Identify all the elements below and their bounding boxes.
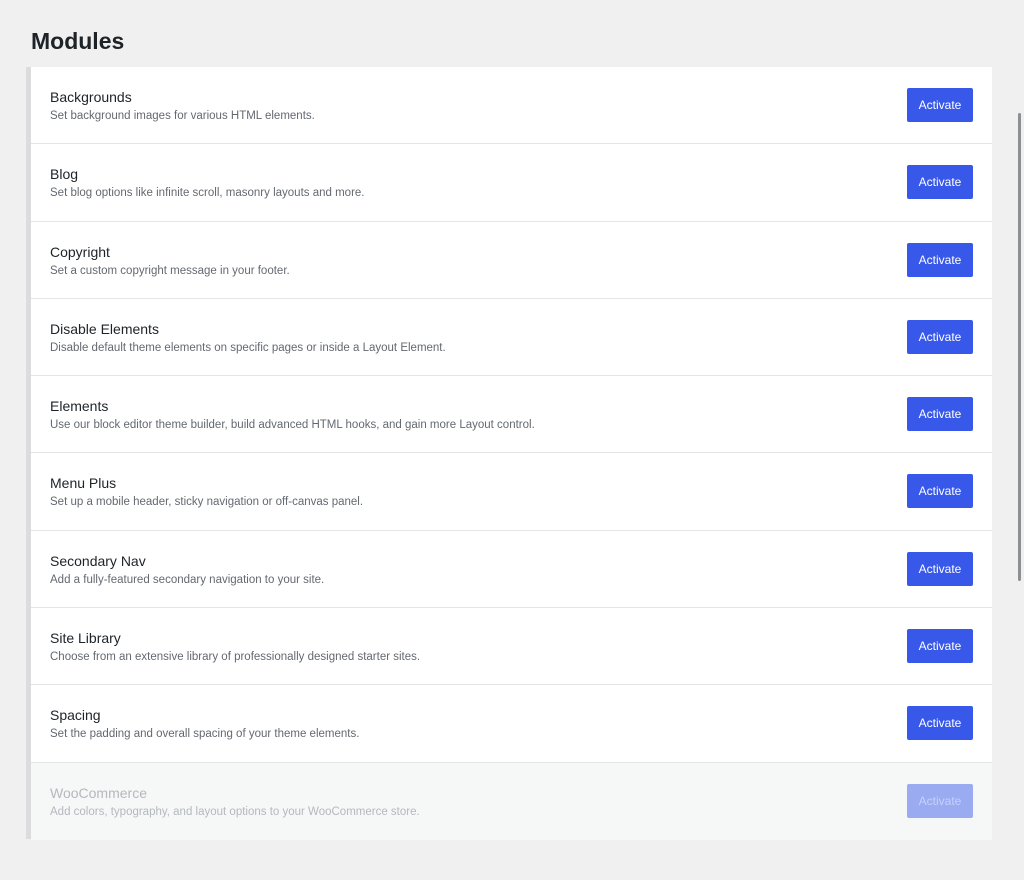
module-name: Elements [50, 398, 109, 415]
module-name: WooCommerce [50, 784, 147, 801]
activate-backgrounds-button[interactable]: Activate [907, 88, 973, 122]
module-row-copyright: Copyright Set a custom copyright message… [31, 222, 992, 299]
module-name: Disable Elements [50, 320, 159, 337]
activate-disable-elements-button[interactable]: Activate [907, 319, 973, 354]
module-description: Add colors, typography, and layout optio… [50, 805, 420, 818]
module-name: Backgrounds [50, 89, 132, 105]
module-row-secondary-nav: Secondary Nav Add a fully-featured secon… [31, 531, 992, 609]
module-description: Set the padding and overall spacing of y… [50, 728, 360, 741]
module-row-menu-plus: Menu Plus Set up a mobile header, sticky… [31, 453, 992, 531]
module-description: Set background images for various HTML e… [50, 110, 315, 122]
module-name: Menu Plus [50, 475, 117, 492]
module-row-disable-elements: Disable Elements Disable default theme e… [31, 299, 992, 377]
activate-site-library-button[interactable]: Activate [907, 629, 973, 664]
module-row-blog: Blog Set blog options like infinite scro… [31, 144, 992, 222]
activate-copyright-button[interactable]: Activate [907, 242, 973, 277]
module-description: Choose from an extensive library of prof… [50, 651, 421, 664]
module-description: Use our block editor theme builder, buil… [50, 419, 535, 432]
module-description: Set up a mobile header, sticky navigatio… [50, 496, 364, 509]
module-row-site-library: Site Library Choose from an extensive li… [31, 608, 992, 686]
module-description: Disable default theme elements on specif… [50, 341, 446, 354]
module-name: Spacing [50, 707, 101, 724]
activate-spacing-button[interactable]: Activate [907, 706, 973, 741]
module-row-backgrounds: Backgrounds Set background images for va… [31, 67, 992, 145]
page-title: Modules [31, 28, 125, 54]
activate-secondary-nav-button[interactable]: Activate [907, 551, 973, 586]
module-description: Set a custom copyright message in your f… [50, 264, 290, 277]
module-name: Blog [50, 166, 79, 183]
activate-menu-plus-button[interactable]: Activate [907, 474, 973, 509]
scrollbar-thumb[interactable] [1018, 113, 1021, 581]
activate-elements-button[interactable]: Activate [907, 397, 973, 432]
module-name: Copyright [50, 243, 110, 260]
modules-list: Backgrounds Set background images for va… [26, 67, 992, 840]
module-name: Site Library [50, 630, 121, 647]
activate-woocommerce-button: Activate [907, 783, 973, 818]
module-row-woocommerce: WooCommerce Add colors, typography, and … [31, 762, 992, 840]
module-row-spacing: Spacing Set the padding and overall spac… [31, 685, 992, 763]
module-row-elements: Elements Use our block editor theme buil… [31, 376, 992, 454]
page-scrollbar[interactable] [1016, 0, 1024, 880]
module-description: Set blog options like infinite scroll, m… [50, 187, 365, 200]
activate-blog-button[interactable]: Activate [907, 165, 973, 200]
module-description: Add a fully-featured secondary navigatio… [50, 573, 325, 586]
module-name: Secondary Nav [50, 552, 146, 569]
